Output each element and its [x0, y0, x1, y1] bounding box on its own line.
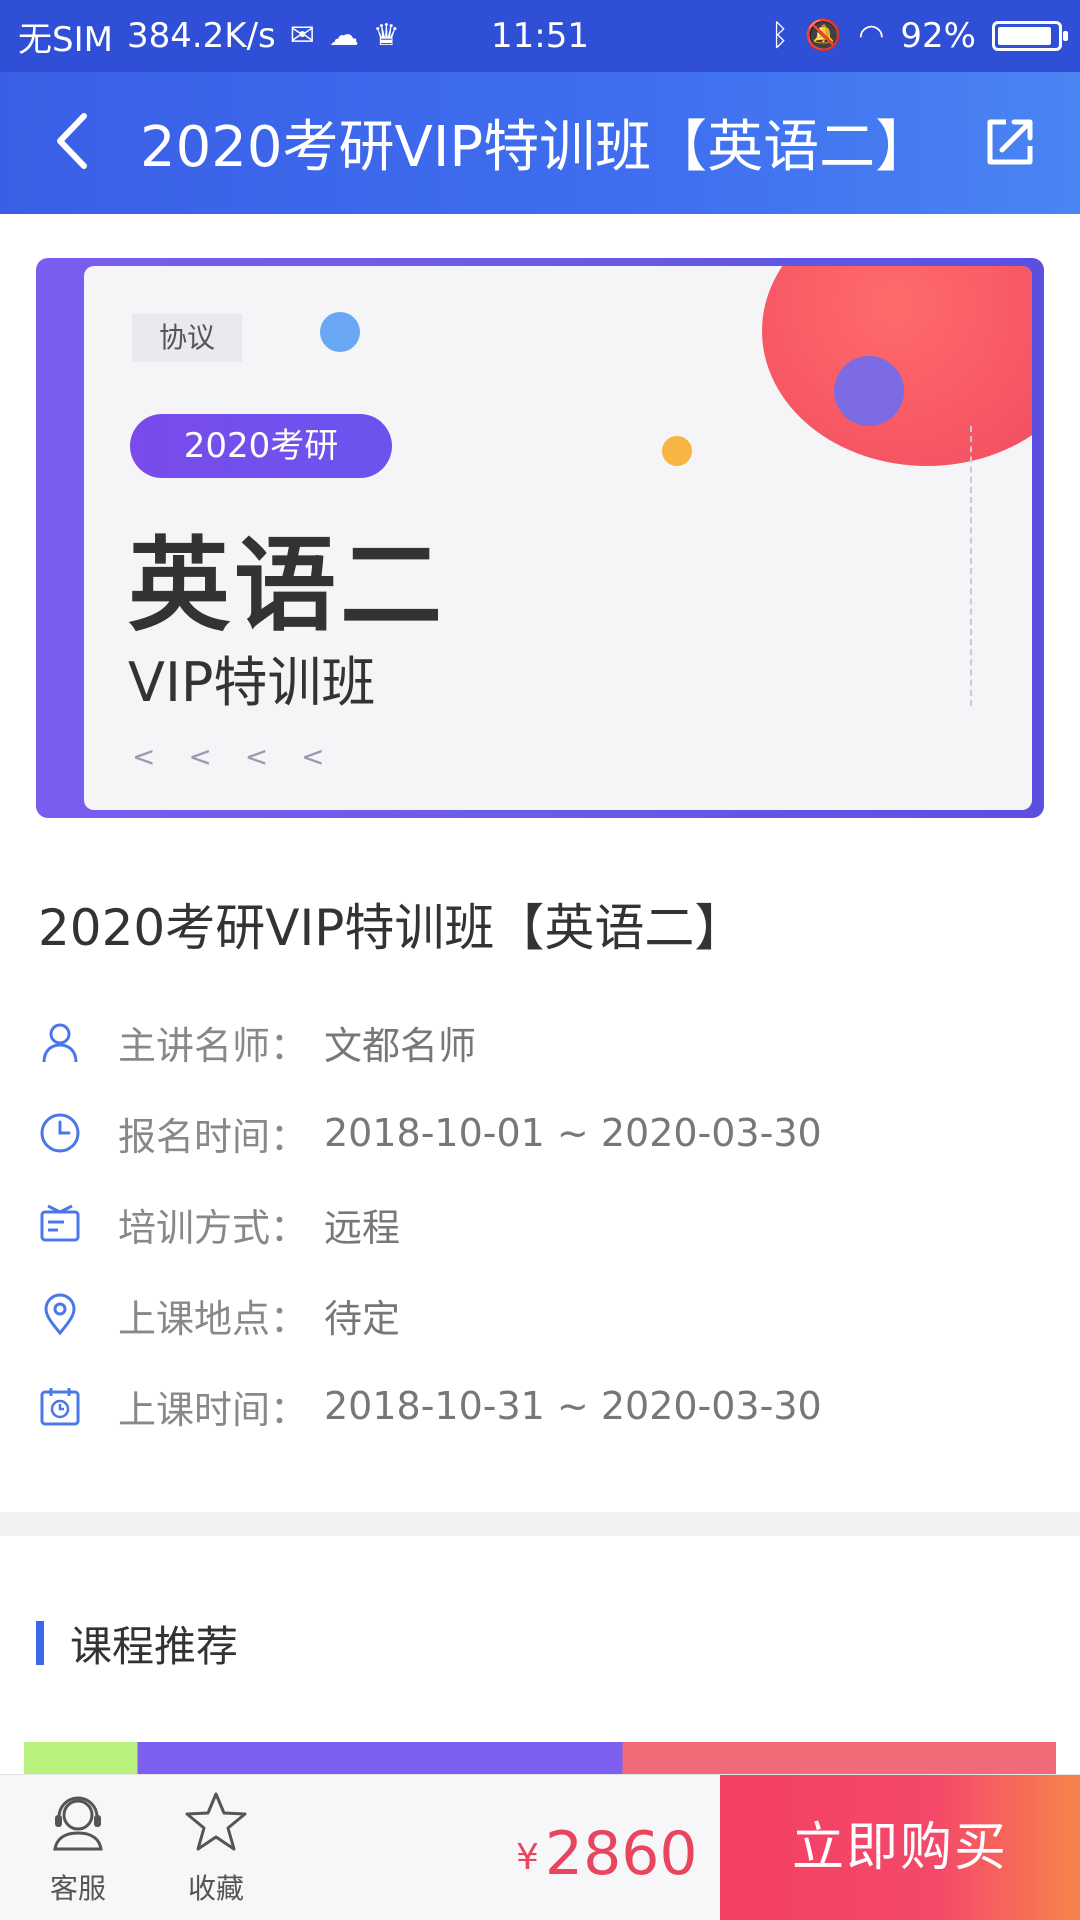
- star-icon: [185, 1792, 247, 1851]
- crown-icon: ♛: [372, 18, 400, 53]
- teacher-icon: [42, 1023, 78, 1063]
- info-label: 培训方式：: [118, 1205, 309, 1250]
- banner-decor-dot: [320, 312, 360, 352]
- favorite-button[interactable]: 收藏: [166, 1789, 266, 1907]
- status-bar: 无SIM 384.2K/s ✉ ☁ ♛ 11:51 ᛒ 🔕 ◠ 92%: [0, 0, 1080, 72]
- customer-service-icon: [53, 1796, 103, 1851]
- info-label: 报名时间：: [118, 1114, 309, 1159]
- clock-icon: [40, 1113, 80, 1153]
- status-left: 无SIM 384.2K/s ✉ ☁ ♛: [18, 12, 400, 61]
- cloud-icon: ☁: [328, 18, 359, 53]
- info-row-training-mode: 培训方式： 远程: [38, 1194, 400, 1254]
- info-label: 上课地点：: [118, 1296, 309, 1341]
- banner-subline: VIP特训班: [128, 651, 376, 714]
- banner-card: 协议 2020考研 英语二 VIP特训班 < < < <: [84, 266, 1032, 810]
- status-right: ᛒ 🔕 ◠ 92%: [770, 16, 1068, 56]
- banner-decor-blob: [762, 266, 1032, 466]
- price-value: 2860: [544, 1819, 698, 1889]
- info-row-enroll-time: 报名时间： 2018-10-01 ~ 2020-03-30: [38, 1103, 822, 1163]
- info-row-class-time: 上课时间： 2018-10-31 ~ 2020-03-30: [38, 1376, 822, 1436]
- recommend-heading-text: 课程推荐: [70, 1621, 239, 1671]
- info-row-location: 上课地点： 待定: [38, 1285, 400, 1345]
- battery-fill: [998, 27, 1051, 45]
- network-speed: 384.2K/s: [126, 16, 276, 56]
- calendar-icon: [40, 1388, 80, 1426]
- info-value: 2018-10-01 ~ 2020-03-30: [324, 1111, 822, 1155]
- battery-icon: [992, 21, 1068, 51]
- wifi-icon: ◠: [858, 18, 885, 53]
- message-icon: ✉: [289, 18, 315, 53]
- location-icon: [44, 1293, 76, 1336]
- favorite-label: 收藏: [187, 1872, 244, 1905]
- bottom-action-bar: 客服 收藏 ¥2860 立即购买: [0, 1774, 1080, 1920]
- banner-pill: 2020考研: [130, 414, 392, 478]
- banner-headline: 英语二: [128, 527, 446, 646]
- battery-percent: 92%: [900, 16, 976, 56]
- buy-now-button[interactable]: 立即购买: [720, 1775, 1080, 1920]
- section-divider: [0, 1512, 1080, 1536]
- info-value: 文都名师: [324, 1023, 477, 1068]
- info-value: 2018-10-31 ~ 2020-03-30: [324, 1384, 822, 1428]
- page-title: 2020考研VIP特训班【英语二】: [140, 115, 932, 180]
- heading-accent-bar: [36, 1621, 44, 1665]
- bluetooth-icon: ᛒ: [770, 18, 789, 53]
- carrier-text: 无SIM: [18, 19, 113, 60]
- training-mode-icon: [40, 1204, 80, 1242]
- banner-chevrons: < < < <: [132, 740, 337, 773]
- customer-service-button[interactable]: 客服: [28, 1789, 128, 1907]
- info-row-teacher: 主讲名师： 文都名师: [38, 1012, 476, 1072]
- course-title: 2020考研VIP特训班【英语二】: [38, 899, 745, 957]
- info-value: 待定: [324, 1296, 401, 1341]
- mute-bell-icon: 🔕: [804, 18, 843, 53]
- customer-service-label: 客服: [49, 1872, 106, 1905]
- banner-tag: 协议: [132, 314, 242, 362]
- recommend-heading: 课程推荐: [36, 1618, 238, 1671]
- back-icon[interactable]: [40, 106, 110, 176]
- price: ¥2860: [516, 1819, 698, 1889]
- nav-bar: 2020考研VIP特训班【英语二】: [0, 72, 1080, 214]
- banner-decor-line: [970, 426, 972, 706]
- info-label: 主讲名师：: [118, 1023, 309, 1068]
- info-label: 上课时间：: [118, 1387, 309, 1432]
- course-banner: 协议 2020考研 英语二 VIP特训班 < < < <: [36, 258, 1044, 818]
- share-icon[interactable]: [980, 112, 1040, 172]
- banner-decor-dot: [662, 436, 692, 466]
- banner-decor-dot: [834, 356, 904, 426]
- info-value: 远程: [324, 1205, 401, 1250]
- currency-symbol: ¥: [516, 1836, 539, 1878]
